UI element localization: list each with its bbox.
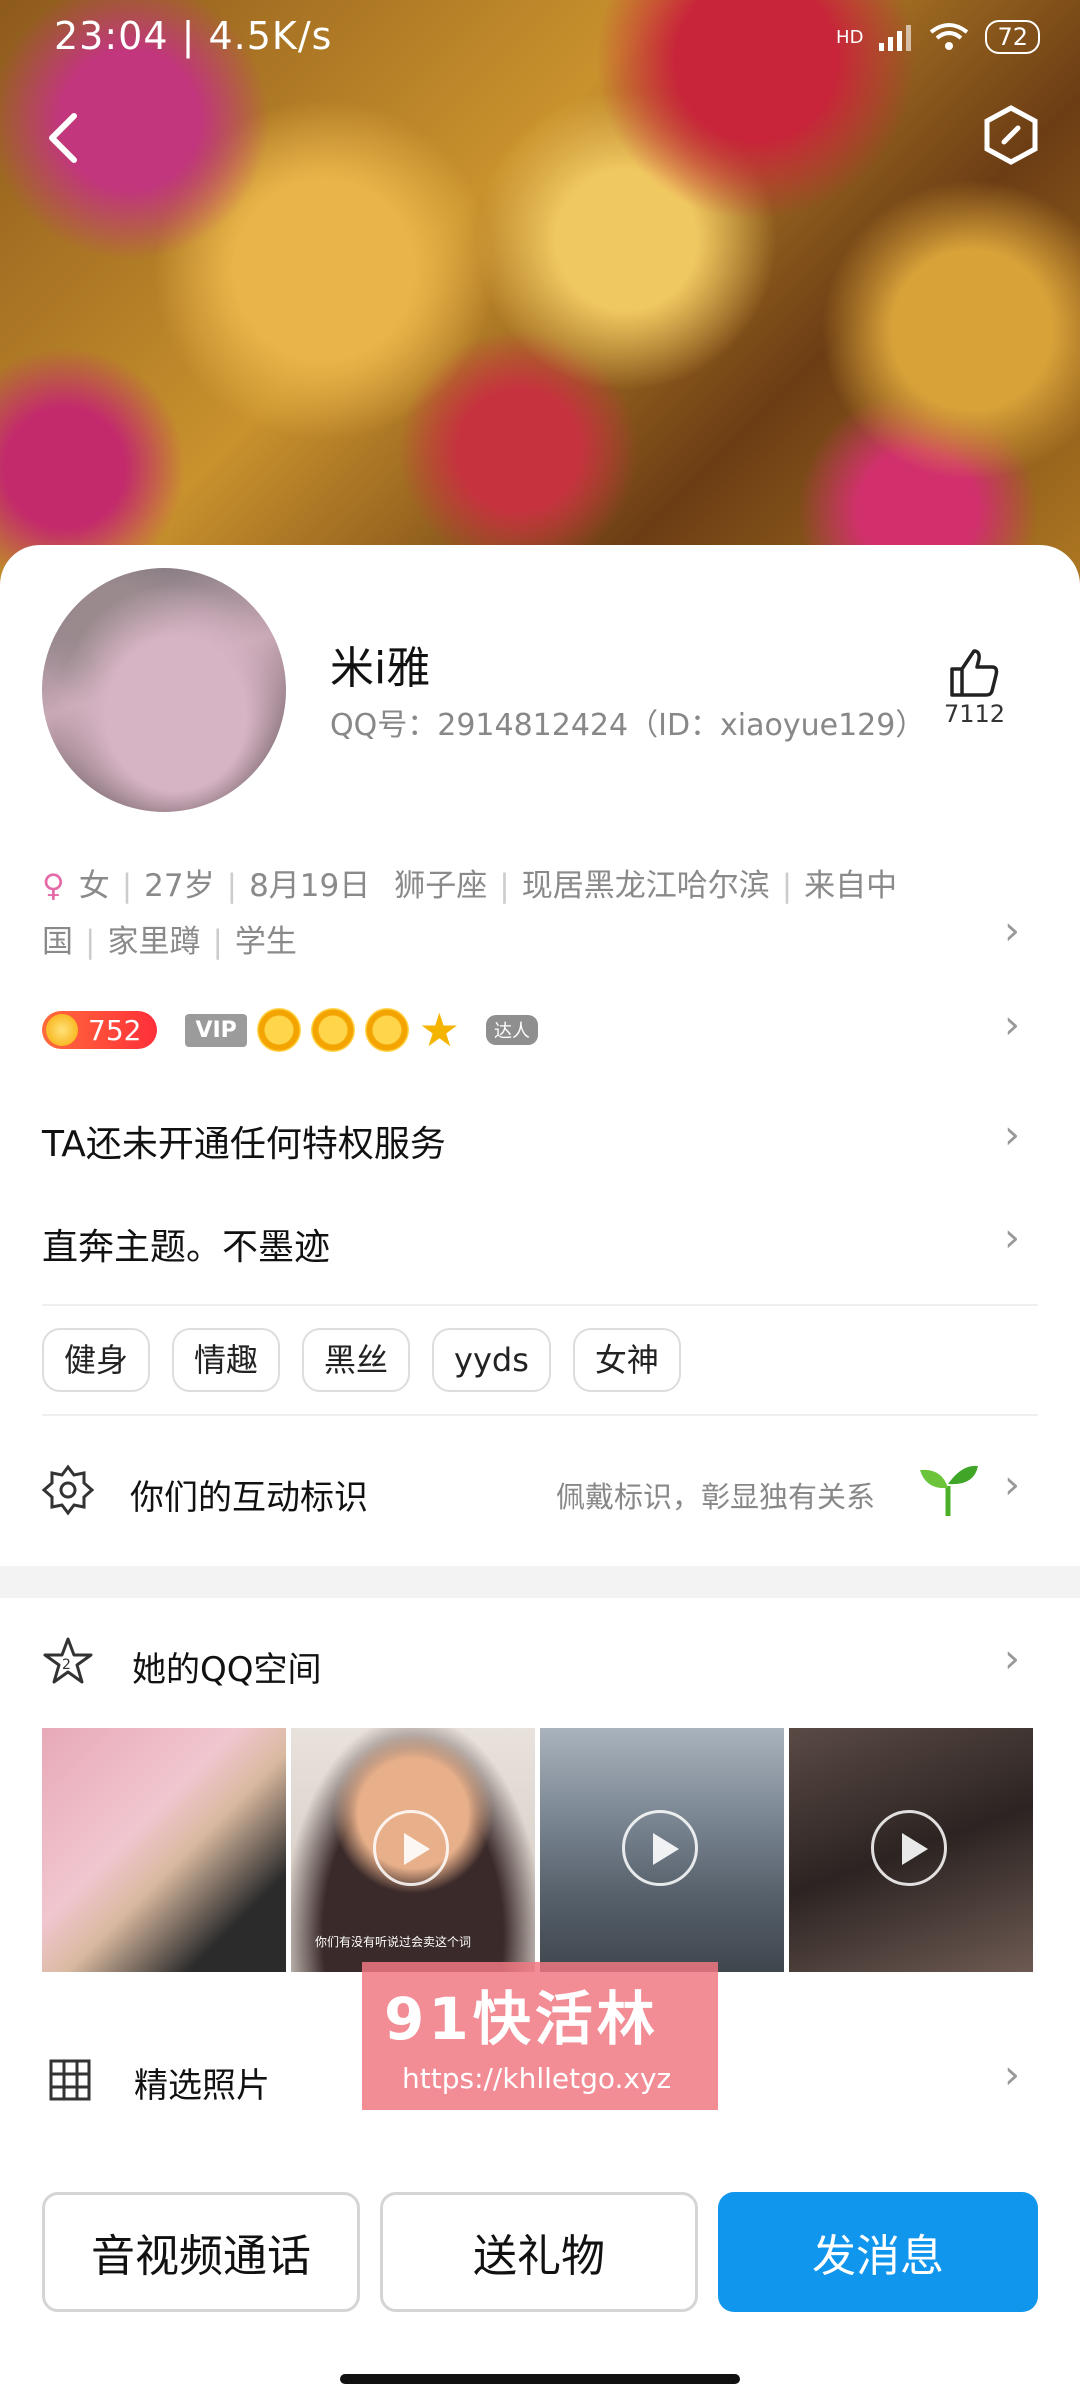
info-location: 现居黑龙江哈尔滨	[521, 868, 770, 904]
qq-number: QQ号：2914812424（ID：xiaoyue129）	[330, 708, 926, 743]
chevron-right-icon[interactable]: ›	[1004, 1112, 1020, 1158]
tag-chip[interactable]: 女神	[572, 1328, 681, 1392]
watermark-url: https://khlletgo.xyz	[402, 2062, 672, 2095]
vip-badge: VIP	[185, 1013, 247, 1047]
play-icon	[373, 1810, 449, 1886]
chevron-right-icon[interactable]: ›	[1004, 1215, 1020, 1261]
chevron-right-icon[interactable]: ›	[1004, 908, 1020, 954]
profile-info[interactable]: ♀ 女 | 27岁 | 8月19日 狮子座 | 现居黑龙江哈尔滨 | 来自中国 | 家里蹲 | 学生	[42, 858, 962, 970]
qzone-video-thumbnail[interactable]: 你们有没有听说过会卖这个词	[291, 1728, 535, 1972]
home-indicator[interactable]	[340, 2374, 740, 2384]
tag-chip[interactable]: 黑丝	[302, 1328, 411, 1392]
chevron-right-icon[interactable]: ›	[1004, 1462, 1020, 1508]
coin-value: 752	[88, 1013, 142, 1047]
wifi-icon	[930, 23, 969, 50]
info-birthday: 8月19日	[249, 868, 371, 904]
info-sex: 女	[78, 868, 110, 904]
signal-icon	[879, 25, 912, 51]
qzone-video-thumbnail[interactable]	[540, 1728, 784, 1972]
thumbs-up-icon[interactable]	[946, 645, 1002, 701]
network-label: HD	[836, 26, 864, 48]
qzone-title[interactable]: 她的QQ空间	[132, 1642, 322, 1691]
chevron-right-icon[interactable]: ›	[1004, 2052, 1020, 2098]
status-bar-time: 23:04 | 4.5K/s	[54, 14, 333, 58]
grid-icon	[49, 2059, 91, 2101]
play-icon	[622, 1810, 698, 1886]
send-message-button[interactable]: 发消息	[718, 2192, 1038, 2312]
settings-hexagon-icon[interactable]	[980, 104, 1042, 166]
info-occupation-status: 家里蹲	[107, 924, 201, 960]
photos-title[interactable]: 精选照片	[134, 2058, 270, 2107]
sun-level-icon	[310, 1008, 355, 1052]
back-arrow-icon[interactable]	[38, 108, 88, 168]
daren-badge: 达人	[486, 1015, 539, 1045]
coin-badge: 752	[42, 1011, 158, 1049]
qzone-thumbnail[interactable]	[42, 1728, 286, 1972]
battery-indicator: 72	[985, 20, 1040, 54]
sun-level-icon	[364, 1008, 409, 1052]
status-bar-icons: HD 72	[836, 20, 1040, 54]
signature-text[interactable]: 直奔主题。不墨迹	[42, 1218, 330, 1270]
coin-icon	[46, 1014, 78, 1046]
info-age: 27岁	[144, 868, 215, 904]
qzone-star-icon: 2	[43, 1637, 93, 1684]
av-call-button[interactable]: 音视频通话	[42, 2192, 360, 2312]
interaction-hint: 佩戴标识，彰显独有关系	[556, 1480, 876, 1514]
play-icon	[871, 1810, 947, 1886]
tag-chip[interactable]: yyds	[432, 1328, 551, 1392]
interaction-badge-icon	[42, 1464, 94, 1516]
sprout-icon	[920, 1465, 978, 1516]
watermark-overlay: 91快活林 https://khlletgo.xyz	[362, 1962, 718, 2110]
divider	[42, 1304, 1038, 1306]
star-level-icon: ★	[418, 1003, 461, 1057]
level-badges[interactable]: 752 VIP ★ 达人	[42, 1003, 539, 1057]
svg-text:2: 2	[62, 1657, 71, 1673]
send-gift-button[interactable]: 送礼物	[380, 2192, 698, 2312]
privilege-text[interactable]: TA还未开通任何特权服务	[42, 1115, 446, 1167]
profile-cover-image	[0, 0, 1080, 600]
like-count: 7112	[944, 700, 1006, 728]
watermark-brand: 91快活林	[384, 1985, 659, 2053]
tag-chip[interactable]: 情趣	[172, 1328, 281, 1392]
interaction-title[interactable]: 你们的互动标识	[130, 1470, 368, 1519]
qzone-video-thumbnail[interactable]	[789, 1728, 1033, 1972]
sun-level-icon	[256, 1008, 301, 1052]
section-separator	[0, 1566, 1080, 1598]
info-zodiac: 狮子座	[394, 868, 488, 904]
avatar[interactable]	[42, 568, 286, 812]
female-icon: ♀	[42, 868, 65, 904]
video-caption: 你们有没有听说过会卖这个词	[315, 1935, 472, 1949]
interest-tags: 健身 情趣 黑丝 yyds 女神	[42, 1328, 703, 1392]
info-occupation: 学生	[234, 924, 297, 960]
profile-name: 米i雅	[330, 643, 431, 694]
chevron-right-icon[interactable]: ›	[1004, 1002, 1020, 1048]
tag-chip[interactable]: 健身	[42, 1328, 151, 1392]
chevron-right-icon[interactable]: ›	[1004, 1636, 1020, 1682]
divider	[42, 1414, 1038, 1416]
